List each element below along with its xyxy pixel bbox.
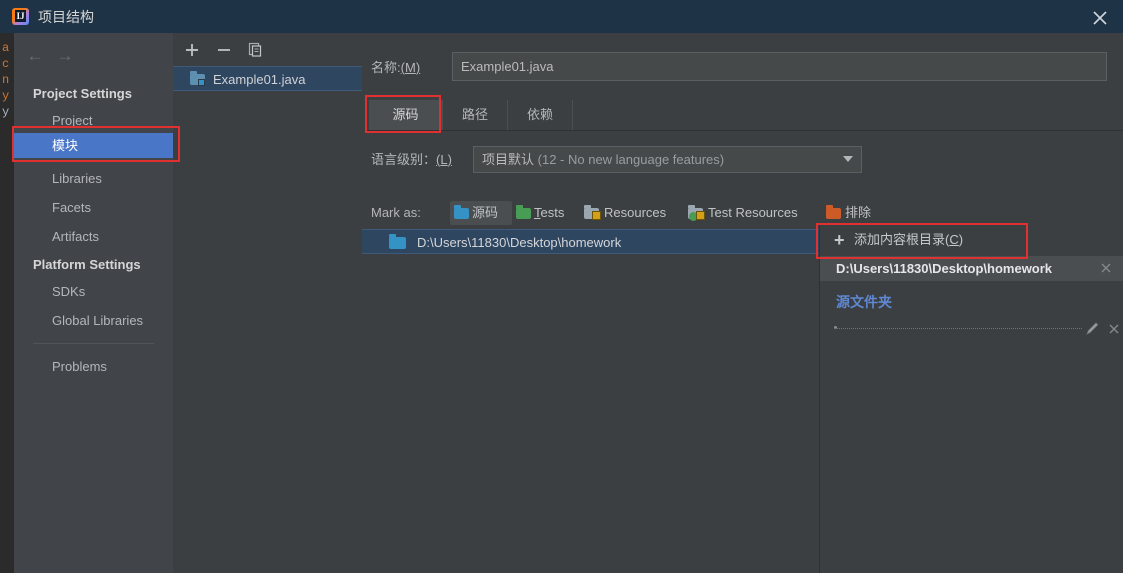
content-root-path: D:\Users\11830\Desktop\homework	[417, 235, 622, 250]
background-code-line: y	[2, 89, 10, 103]
mark-as-excluded-button[interactable]: 排除	[826, 201, 890, 225]
arrow-right-icon[interactable]: →	[52, 45, 78, 67]
language-level-value: 项目默认 (12 - No new language features)	[482, 147, 724, 172]
sidebar-nav: ← →	[22, 45, 92, 67]
content-root-header: D:\Users\11830\Desktop\homework	[820, 256, 1123, 281]
sidebar-item-artifacts[interactable]: Artifacts	[14, 224, 173, 249]
sidebar-item-sdks[interactable]: SDKs	[14, 279, 173, 304]
name-label: 名称:(M)	[371, 59, 420, 77]
plus-icon: +	[834, 230, 845, 250]
background-code-line: y	[2, 105, 10, 119]
tab-dependencies[interactable]: 依赖	[508, 100, 573, 130]
sidebar-item-project[interactable]: Project	[14, 108, 173, 133]
source-folders-label: 源文件夹	[836, 294, 892, 310]
mark-as-resources-button[interactable]: Resources	[584, 201, 684, 225]
close-icon[interactable]	[1077, 0, 1123, 33]
module-toolbar	[173, 33, 362, 66]
tab-paths[interactable]: 路径	[443, 100, 508, 130]
project-structure-dialog: a c n y y IJ 项目结构 ← → Project Settings P…	[0, 0, 1123, 573]
language-level-label-text: 语言级别：	[371, 152, 437, 167]
mark-as-tests-button[interactable]: Tests	[516, 201, 580, 225]
dialog-title: 项目结构	[38, 9, 94, 25]
sidebar-item-libraries[interactable]: Libraries	[14, 166, 173, 191]
language-level-label: 语言级别：(L)	[371, 151, 452, 169]
add-content-root-button[interactable]: + 添加内容根目录(C)	[820, 224, 1123, 256]
module-name: Example01.java	[213, 72, 306, 87]
background-editor-strip: a c n y y	[0, 0, 14, 573]
sidebar-item-global-libraries[interactable]: Global Libraries	[14, 308, 173, 333]
mark-as-label: Mark as:	[371, 205, 421, 220]
mark-as-sources-label: 源码	[472, 205, 499, 220]
mark-as-tests-label: Tests	[534, 205, 565, 220]
background-code-line: a	[2, 41, 10, 55]
close-icon[interactable]	[1106, 321, 1122, 337]
sidebar-divider	[33, 343, 154, 344]
sidebar-group-project-settings: Project Settings	[33, 86, 132, 101]
mark-as-sources-button[interactable]: 源码	[450, 201, 512, 225]
copy-icon[interactable]	[244, 38, 268, 62]
settings-sidebar: ← → Project Settings Project 模块 Librarie…	[14, 33, 174, 573]
sidebar-item-facets[interactable]: Facets	[14, 195, 173, 220]
name-input[interactable]: Example01.java	[452, 52, 1107, 81]
mark-as-test-resources-label: Test Resources	[708, 205, 798, 220]
mark-as-excluded-label: 排除	[845, 205, 872, 220]
content-root-header-path: D:\Users\11830\Desktop\homework	[836, 261, 1053, 276]
module-list-item[interactable]: Example01.java	[173, 66, 362, 91]
content-root-detail-panel: + 添加内容根目录(C) D:\Users\11830\Desktop\home…	[819, 224, 1123, 573]
source-folder-entry-row	[834, 320, 1119, 338]
tab-sources[interactable]: 源码	[369, 100, 443, 130]
language-level-value-strong: 项目默认	[482, 152, 535, 167]
sidebar-group-platform-settings: Platform Settings	[33, 257, 141, 272]
mark-as-test-resources-button[interactable]: Test Resources	[688, 201, 818, 225]
module-list-panel: Example01.java	[173, 33, 363, 573]
tab-filler	[573, 100, 1123, 130]
arrow-left-icon[interactable]: ←	[22, 45, 48, 67]
module-tabs: 源码 路径 依赖	[366, 100, 1123, 131]
add-content-root-label: 添加内容根目录(C)	[854, 232, 964, 247]
dialog-titlebar: IJ 项目结构	[0, 0, 1123, 33]
language-level-value-detail: (12 - No new language features)	[537, 152, 725, 167]
intellij-idea-icon: IJ	[12, 8, 29, 25]
mark-as-resources-label: Resources	[604, 205, 667, 220]
name-label-text: 名称:	[371, 60, 401, 75]
entry-dotted-line	[834, 328, 1082, 330]
sidebar-item-modules[interactable]: 模块	[14, 133, 174, 158]
language-level-select[interactable]: 项目默认 (12 - No new language features)	[473, 146, 862, 173]
mark-as-bar: Mark as: 源码 Tests Resources Test Resourc…	[362, 201, 1123, 225]
name-mnemonic: (M)	[400, 60, 421, 75]
sidebar-item-problems[interactable]: Problems	[14, 354, 173, 379]
close-icon[interactable]	[1098, 260, 1114, 276]
background-code-line: c	[2, 57, 10, 71]
minus-icon[interactable]	[212, 38, 236, 62]
background-code-line: n	[2, 73, 10, 87]
plus-icon[interactable]	[180, 38, 204, 62]
language-level-mnemonic: (L)	[436, 152, 452, 167]
chevron-down-icon[interactable]	[843, 156, 853, 162]
pencil-icon[interactable]	[1084, 320, 1100, 338]
